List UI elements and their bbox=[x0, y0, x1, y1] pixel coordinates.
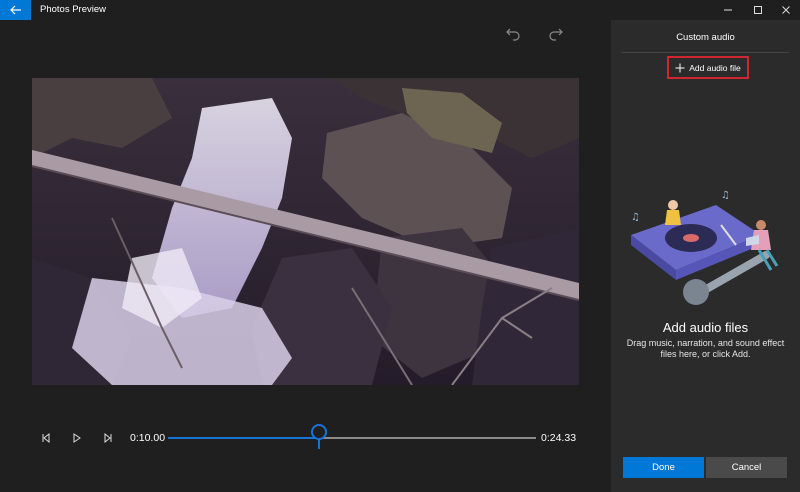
svg-text:♫: ♫ bbox=[631, 212, 640, 223]
svg-text:♫: ♫ bbox=[721, 190, 730, 201]
cancel-button[interactable]: Cancel bbox=[706, 457, 787, 478]
audio-illustration: ♫ ♫ bbox=[631, 190, 779, 305]
plus-icon bbox=[675, 63, 685, 72]
panel-divider bbox=[622, 52, 789, 53]
panel-description: Drag music, narration, and sound effect … bbox=[626, 338, 785, 359]
video-preview[interactable] bbox=[32, 78, 579, 385]
playback-controls: 0:10.00 0:24.33 bbox=[0, 424, 611, 451]
app-title: Photos Preview bbox=[40, 4, 107, 15]
minimize-button[interactable] bbox=[712, 0, 744, 20]
undo-icon bbox=[506, 28, 520, 41]
play-button[interactable] bbox=[70, 431, 84, 445]
panel-title: Custom audio bbox=[676, 32, 735, 43]
add-audio-file-label: Add audio file bbox=[689, 62, 741, 73]
next-frame-button[interactable] bbox=[101, 431, 115, 445]
total-time: 0:24.33 bbox=[541, 432, 577, 444]
redo-button[interactable] bbox=[548, 26, 564, 42]
minimize-icon bbox=[724, 9, 732, 11]
panel-heading: Add audio files bbox=[662, 320, 749, 335]
close-icon bbox=[782, 6, 790, 14]
next-frame-icon bbox=[104, 433, 112, 443]
back-arrow-icon bbox=[9, 5, 21, 15]
undo-button[interactable] bbox=[505, 26, 521, 42]
redo-icon bbox=[549, 28, 563, 41]
play-icon bbox=[73, 433, 81, 443]
done-button[interactable]: Done bbox=[623, 457, 704, 478]
title-bar: Photos Preview bbox=[0, 0, 800, 20]
previous-frame-button[interactable] bbox=[39, 431, 53, 445]
back-button[interactable] bbox=[0, 0, 31, 20]
waterfall-image bbox=[32, 78, 579, 385]
current-time: 0:10.00 bbox=[130, 432, 166, 444]
maximize-icon bbox=[754, 6, 762, 14]
seek-bar-progress bbox=[168, 437, 319, 439]
custom-audio-panel: Custom audio Add audio file ♫ ♫ Add audi… bbox=[611, 20, 800, 492]
previous-frame-icon bbox=[42, 433, 50, 443]
seek-bar-thumb[interactable] bbox=[311, 424, 327, 440]
close-button[interactable] bbox=[770, 0, 800, 20]
add-audio-file-button[interactable]: Add audio file bbox=[667, 56, 749, 79]
seek-bar[interactable] bbox=[168, 424, 536, 449]
